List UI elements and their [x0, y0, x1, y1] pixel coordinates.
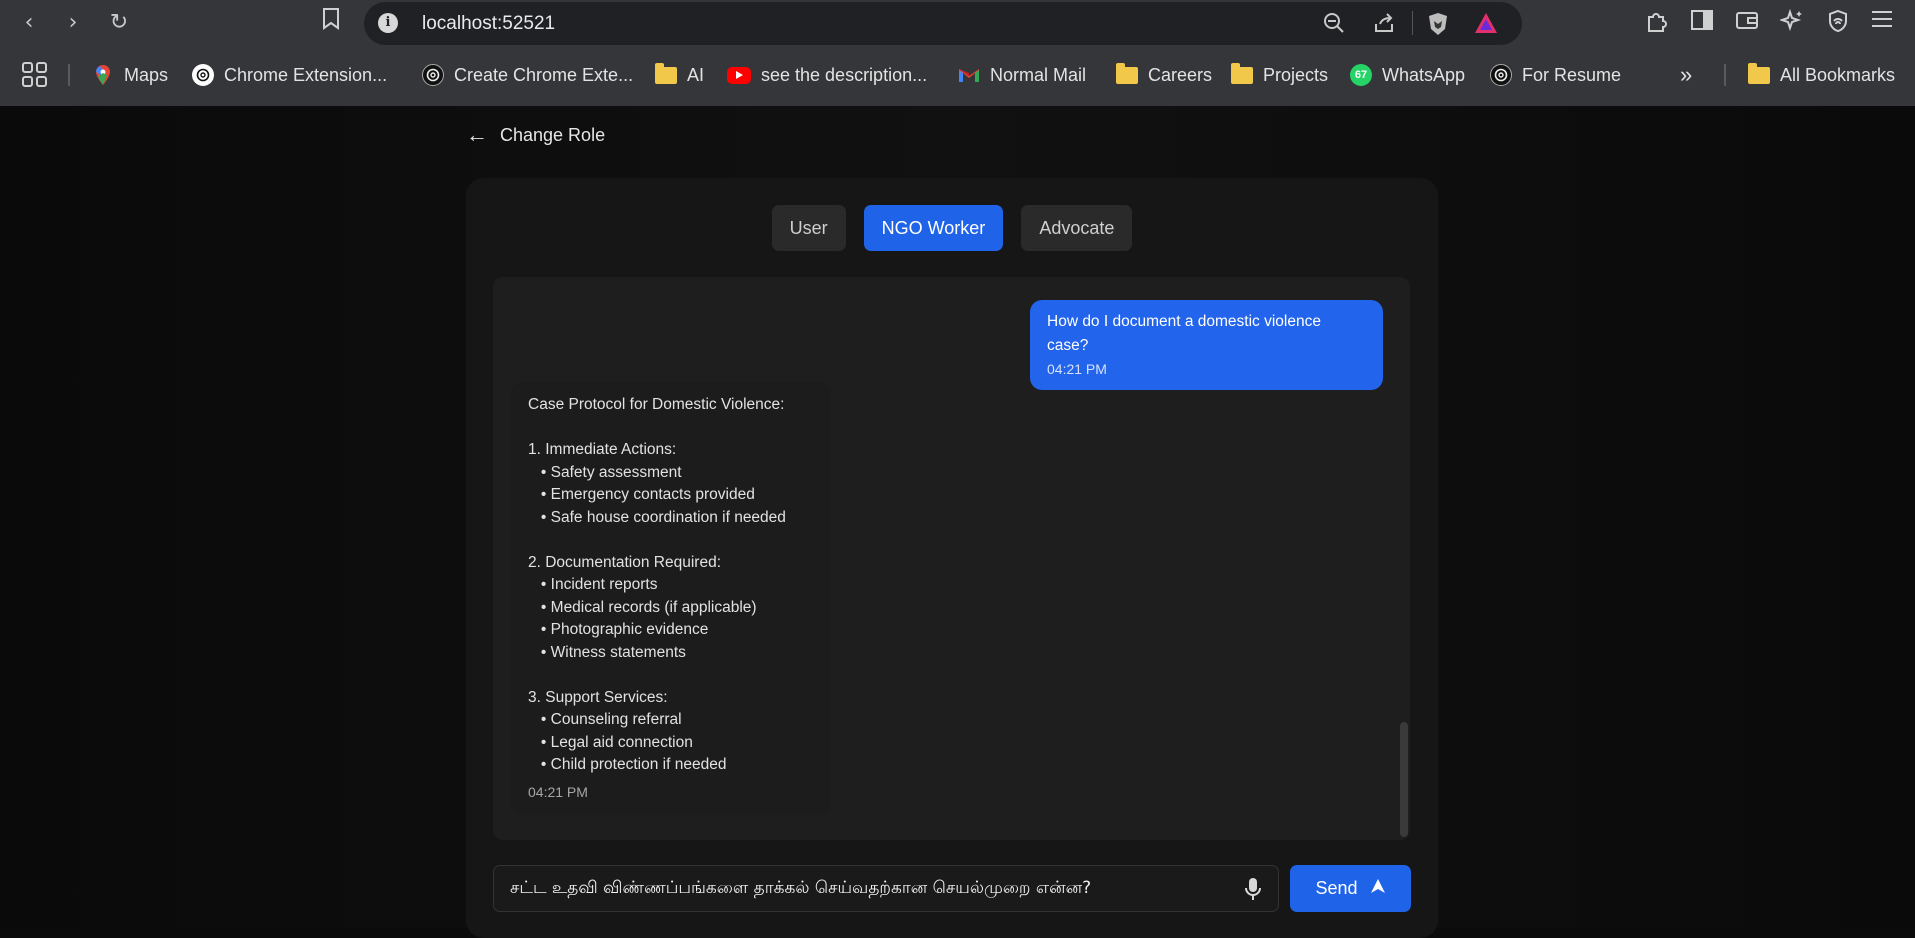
bookmark-label: WhatsApp	[1382, 64, 1466, 85]
sidebar-icon[interactable]	[1688, 9, 1716, 37]
chat-scrollbar[interactable]	[1400, 722, 1408, 837]
message-text: How do I document a domestic violence ca…	[1047, 313, 1321, 354]
role-tab-ngo-worker[interactable]: NGO Worker	[863, 205, 1004, 251]
site-info-icon[interactable]: i	[378, 13, 398, 33]
bookmark-label: AI	[687, 64, 705, 85]
bookmark-chrome-extension[interactable]: Chrome Extension...	[192, 58, 387, 92]
bookmark-icon[interactable]	[316, 8, 346, 38]
maps-icon	[92, 64, 114, 86]
bookmarks-bar: Maps Chrome Extension... Create Chrome E…	[0, 58, 1915, 92]
microphone-icon[interactable]	[1243, 877, 1263, 901]
change-role-link[interactable]: ← Change Role	[466, 124, 605, 146]
bookmark-youtube[interactable]: see the description...	[727, 58, 927, 92]
back-arrow-icon[interactable]: ‹	[14, 8, 44, 38]
zoom-icon[interactable]	[1322, 12, 1346, 36]
bookmark-label: Create Chrome Exte...	[454, 64, 634, 85]
share-icon[interactable]	[1372, 12, 1396, 36]
send-label: Send	[1315, 878, 1358, 898]
message-input[interactable]	[493, 865, 1279, 912]
menu-icon[interactable]	[1868, 9, 1896, 37]
openai-icon	[192, 64, 214, 86]
bookmark-label: Projects	[1263, 64, 1329, 85]
bookmark-label: Chrome Extension...	[224, 64, 388, 85]
bookmark-normal-mail[interactable]: Normal Mail	[958, 58, 1086, 92]
address-bar[interactable]: i localhost:52521	[364, 2, 1522, 45]
bookmark-separator	[1724, 64, 1726, 86]
bookmark-label: Careers	[1148, 64, 1213, 85]
all-bookmarks[interactable]: All Bookmarks	[1748, 58, 1895, 92]
leo-ai-icon[interactable]	[1778, 8, 1806, 37]
bookmark-label: Normal Mail	[990, 64, 1087, 85]
message-line: • Safe house coordination if needed	[528, 508, 786, 526]
bookmark-separator	[68, 64, 70, 86]
apps-grid-icon[interactable]	[22, 58, 48, 92]
message-line: • Child protection if needed	[528, 756, 727, 773]
all-bookmarks-label: All Bookmarks	[1780, 64, 1896, 85]
browser-chrome: ‹ › ↻ i localhost:52521 Maps Chrome Exte…	[0, 0, 1915, 106]
message-line: • Incident reports	[528, 576, 658, 593]
message-line	[528, 664, 814, 687]
openai-icon	[1490, 64, 1512, 86]
message-line: • Emergency contacts provided	[528, 486, 755, 503]
change-role-label: Change Role	[500, 124, 606, 145]
gmail-icon	[958, 64, 980, 86]
folder-icon	[1748, 62, 1770, 84]
message-line	[528, 529, 814, 552]
bot-message: Case Protocol for Domestic Violence: 1. …	[511, 382, 831, 815]
send-button[interactable]: Send	[1290, 865, 1411, 912]
message-line	[528, 417, 814, 440]
bookmark-folder-projects[interactable]: Projects	[1231, 58, 1328, 92]
message-line: • Legal aid connection	[528, 733, 693, 751]
bookmark-for-resume[interactable]: For Resume	[1490, 58, 1621, 92]
role-tab-advocate[interactable]: Advocate	[1021, 205, 1133, 251]
wallet-icon[interactable]	[1733, 9, 1761, 37]
folder-icon	[1116, 62, 1138, 84]
bookmark-folder-ai[interactable]: AI	[655, 58, 704, 92]
brave-rewards-icon[interactable]	[1474, 12, 1498, 36]
more-bookmarks-icon[interactable]: »	[1680, 58, 1692, 92]
openai-icon	[422, 64, 444, 86]
message-line: • Photographic evidence	[528, 621, 709, 638]
app-page: ← Change Role User NGO Worker Advocate H…	[0, 106, 1915, 938]
bookmark-label: see the description...	[761, 64, 928, 85]
message-time: 04:21 PM	[1047, 361, 1107, 377]
message-line: Case Protocol for Domestic Violence:	[528, 396, 785, 413]
extensions-icon[interactable]	[1643, 9, 1671, 37]
folder-icon	[1231, 62, 1253, 84]
message-line: • Counseling referral	[528, 711, 682, 728]
vpn-icon[interactable]	[1824, 9, 1852, 37]
bookmark-label: For Resume	[1522, 64, 1622, 85]
user-message: How do I document a domestic violence ca…	[1030, 300, 1383, 390]
youtube-icon	[727, 66, 751, 84]
message-line: • Witness statements	[528, 643, 686, 661]
message-line: 3. Support Services:	[528, 688, 668, 706]
forward-arrow-icon[interactable]: ›	[58, 8, 88, 38]
bookmark-folder-careers[interactable]: Careers	[1116, 58, 1212, 92]
whatsapp-icon: 67	[1350, 64, 1372, 86]
brave-shields-icon[interactable]	[1426, 12, 1450, 36]
bookmark-label: Maps	[124, 64, 169, 85]
url-text[interactable]: localhost:52521	[422, 13, 555, 35]
send-icon	[1370, 878, 1386, 899]
chat-messages[interactable]: How do I document a domestic violence ca…	[493, 277, 1410, 840]
message-composer: Send	[493, 865, 1411, 912]
role-tabs: User NGO Worker Advocate	[466, 205, 1438, 251]
reload-icon[interactable]: ↻	[104, 8, 134, 38]
role-tab-user[interactable]: User	[771, 205, 846, 251]
urlbar-divider	[1412, 11, 1413, 35]
bookmark-maps[interactable]: Maps	[92, 58, 168, 92]
message-line: • Safety assessment	[528, 463, 682, 481]
arrow-left-icon: ←	[466, 122, 488, 147]
bookmark-whatsapp[interactable]: 67 WhatsApp	[1350, 58, 1465, 92]
chat-panel: User NGO Worker Advocate How do I docume…	[466, 178, 1438, 938]
message-time: 04:21 PM	[528, 783, 588, 800]
message-line: • Medical records (if applicable)	[528, 598, 757, 616]
browser-toolbar: ‹ › ↻ i localhost:52521	[0, 0, 1915, 47]
bookmark-create-chrome-ext[interactable]: Create Chrome Exte...	[422, 58, 633, 92]
folder-icon	[655, 62, 677, 84]
message-line: 1. Immediate Actions:	[528, 441, 677, 458]
message-line: 2. Documentation Required:	[528, 553, 722, 571]
